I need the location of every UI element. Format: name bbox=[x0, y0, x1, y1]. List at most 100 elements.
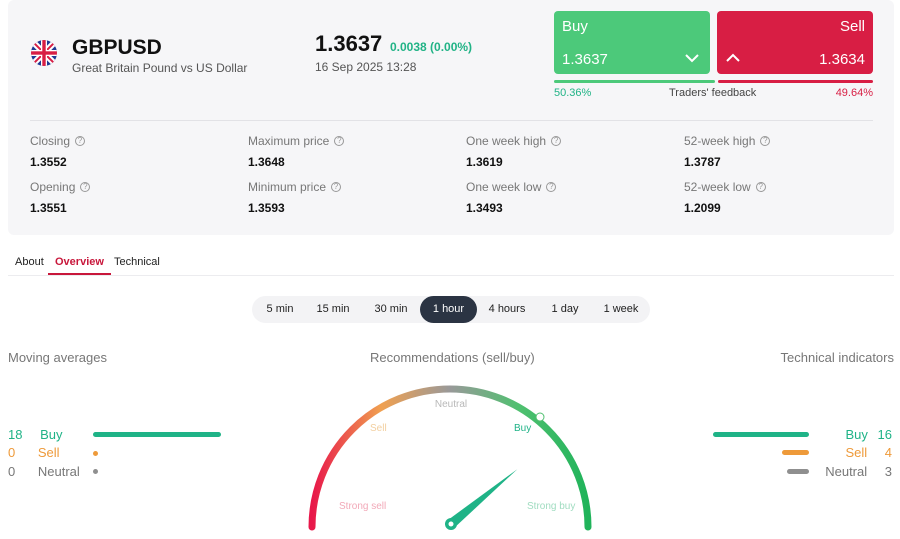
recommendation-gauge: Strong sell Sell Neutral Buy Strong buy bbox=[308, 385, 592, 531]
current-price: 1.3637 bbox=[315, 31, 383, 56]
ti-sell-bar bbox=[782, 450, 809, 455]
feedback-sell-bar bbox=[718, 80, 873, 83]
stat-one-week-low: One week low? 1.3493 bbox=[466, 180, 557, 215]
stat-value: 1.3551 bbox=[30, 201, 67, 215]
period-4-hours[interactable]: 4 hours bbox=[481, 296, 533, 323]
gauge-label-buy: Buy bbox=[514, 423, 531, 434]
ti-neutral-label: Neutral bbox=[825, 464, 868, 479]
stat-value: 1.3648 bbox=[248, 155, 285, 169]
ti-buy-bar bbox=[713, 432, 809, 437]
uk-flag-icon bbox=[31, 40, 57, 66]
gauge-label-sell: Sell bbox=[370, 423, 387, 434]
stat-52-week-low: 52-week low? 1.2099 bbox=[684, 180, 766, 215]
moving-averages-title: Moving averages bbox=[8, 350, 107, 365]
stat-value: 1.3493 bbox=[466, 201, 503, 215]
stat-label: Opening bbox=[30, 180, 76, 194]
chevron-up-icon bbox=[726, 53, 740, 62]
ma-neutral-bar bbox=[93, 469, 98, 474]
stat-value: 1.3619 bbox=[466, 155, 503, 169]
ti-sell-row: Sell 4 bbox=[845, 445, 892, 461]
period-5-min[interactable]: 5 min bbox=[255, 296, 305, 323]
ti-neutral-bar bbox=[787, 469, 809, 474]
gauge-label-strong-buy: Strong buy bbox=[527, 501, 575, 512]
ti-buy-row: Buy 16 bbox=[846, 427, 893, 443]
ma-sell-row: 0 Sell bbox=[8, 445, 60, 461]
ma-sell-bar bbox=[93, 451, 98, 456]
stat-label: 52-week high bbox=[684, 134, 756, 148]
stat-minimum-price: Minimum price? 1.3593 bbox=[248, 180, 342, 215]
period-1-week[interactable]: 1 week bbox=[595, 296, 647, 323]
recommendations-title: Recommendations (sell/buy) bbox=[370, 350, 535, 365]
help-icon[interactable]: ? bbox=[546, 182, 557, 192]
help-icon[interactable]: ? bbox=[331, 182, 342, 192]
help-icon[interactable]: ? bbox=[760, 136, 771, 146]
stat-label: Minimum price bbox=[248, 180, 327, 194]
ma-neutral-row: 0 Neutral bbox=[8, 464, 80, 480]
period-selector: 5 min 15 min 30 min 1 hour 4 hours 1 day… bbox=[252, 296, 650, 323]
ma-buy-label: Buy bbox=[40, 427, 63, 442]
stat-opening: Opening? 1.3551 bbox=[30, 180, 91, 215]
ma-buy-count: 18 bbox=[8, 427, 23, 442]
stat-52-week-high: 52-week high? 1.3787 bbox=[684, 134, 771, 169]
stat-value: 1.2099 bbox=[684, 201, 721, 215]
period-1-day[interactable]: 1 day bbox=[540, 296, 590, 323]
period-1-hour[interactable]: 1 hour bbox=[420, 296, 477, 323]
ma-buy-row: 18 Buy bbox=[8, 427, 63, 443]
tab-technical[interactable]: Technical bbox=[107, 250, 167, 275]
help-icon[interactable]: ? bbox=[755, 182, 766, 192]
feedback-buy-percent: 50.36% bbox=[554, 87, 592, 99]
sell-button[interactable]: Sell 1.3634 bbox=[717, 11, 873, 74]
stat-label: One week high bbox=[466, 134, 547, 148]
help-icon[interactable]: ? bbox=[80, 182, 91, 192]
ma-neutral-label: Neutral bbox=[37, 464, 80, 479]
ma-neutral-count: 0 bbox=[8, 464, 16, 479]
ti-sell-label: Sell bbox=[845, 445, 868, 460]
ti-neutral-count: 3 bbox=[884, 464, 892, 479]
buy-button[interactable]: Buy 1.3637 bbox=[554, 11, 710, 74]
instrument-symbol: GBPUSD bbox=[72, 36, 162, 59]
stat-label: Maximum price bbox=[248, 134, 330, 148]
ma-sell-count: 0 bbox=[8, 445, 16, 460]
stat-value: 1.3593 bbox=[248, 201, 285, 215]
feedback-buy-bar bbox=[554, 80, 715, 83]
buy-button-label: Buy bbox=[562, 18, 588, 35]
technical-indicators-title: Technical indicators bbox=[780, 350, 894, 365]
gauge-needle bbox=[447, 469, 518, 528]
help-icon[interactable]: ? bbox=[75, 136, 86, 146]
stat-closing: Closing? 1.3552 bbox=[30, 134, 86, 169]
stat-value: 1.3552 bbox=[30, 155, 67, 169]
instrument-fullname: Great Britain Pound vs US Dollar bbox=[72, 61, 248, 75]
sell-price: 1.3634 bbox=[819, 51, 865, 68]
stat-label: 52-week low bbox=[684, 180, 751, 194]
price-change: 0.0038 (0.00%) bbox=[390, 40, 473, 54]
period-30-min[interactable]: 30 min bbox=[363, 296, 419, 323]
ti-sell-count: 4 bbox=[884, 445, 892, 460]
feedback-sell-percent: 49.64% bbox=[835, 87, 873, 99]
stat-maximum-price: Maximum price? 1.3648 bbox=[248, 134, 345, 169]
ma-buy-bar bbox=[93, 432, 221, 437]
gauge-marker bbox=[535, 412, 545, 422]
gauge-label-strong-sell: Strong sell bbox=[339, 501, 386, 512]
section-tabs: About Overview Technical bbox=[8, 250, 894, 276]
buy-price: 1.3637 bbox=[562, 51, 608, 68]
sell-button-label: Sell bbox=[839, 18, 865, 35]
tab-about[interactable]: About bbox=[8, 250, 51, 275]
help-icon[interactable]: ? bbox=[334, 136, 345, 146]
price-timestamp: 16 Sep 2025 13:28 bbox=[315, 60, 417, 74]
gauge-pivot-center bbox=[448, 521, 454, 527]
gauge-label-neutral: Neutral bbox=[435, 399, 467, 410]
chevron-down-icon bbox=[685, 54, 699, 63]
ti-buy-count: 16 bbox=[877, 427, 892, 442]
ma-sell-label: Sell bbox=[37, 445, 60, 460]
period-15-min[interactable]: 15 min bbox=[308, 296, 358, 323]
card-divider bbox=[30, 120, 873, 121]
stat-value: 1.3787 bbox=[684, 155, 721, 169]
stat-one-week-high: One week high? 1.3619 bbox=[466, 134, 562, 169]
help-icon[interactable]: ? bbox=[551, 136, 562, 146]
tab-overview[interactable]: Overview bbox=[48, 250, 111, 275]
stat-label: One week low bbox=[466, 180, 542, 194]
stat-label: Closing bbox=[30, 134, 71, 148]
feedback-label: Traders' feedback bbox=[669, 87, 757, 99]
ti-buy-label: Buy bbox=[845, 427, 868, 442]
ti-neutral-row: Neutral 3 bbox=[825, 464, 892, 480]
